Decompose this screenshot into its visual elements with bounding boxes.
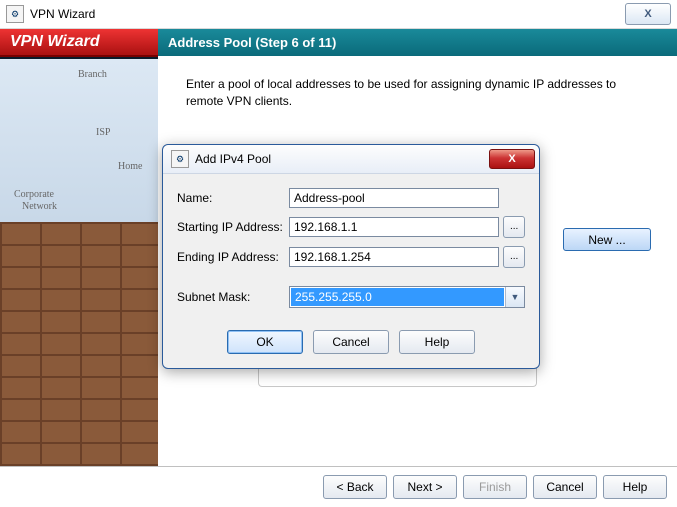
- close-icon: X: [508, 153, 515, 165]
- ok-button[interactable]: OK: [227, 330, 303, 354]
- start-ip-label: Starting IP Address:: [177, 220, 289, 234]
- end-ip-label: Ending IP Address:: [177, 250, 289, 264]
- dialog-titlebar: ⚙ Add IPv4 Pool X: [163, 145, 539, 174]
- dialog-body: Name: Starting IP Address: ... Ending IP…: [163, 174, 539, 320]
- back-button[interactable]: < Back: [323, 475, 387, 499]
- add-ipv4-pool-dialog: ⚙ Add IPv4 Pool X Name: Starting IP Addr…: [162, 144, 540, 369]
- sidebar-illustration: Branch ISP Home Corporate Network: [0, 59, 158, 466]
- dialog-title: Add IPv4 Pool: [195, 152, 489, 166]
- dialog-cancel-button[interactable]: Cancel: [313, 330, 389, 354]
- chevron-down-icon: ▼: [505, 287, 524, 307]
- end-ip-input[interactable]: [289, 247, 499, 267]
- help-button[interactable]: Help: [603, 475, 667, 499]
- start-ip-browse-button[interactable]: ...: [503, 216, 525, 238]
- spacer: [177, 276, 525, 286]
- sidebar-title: VPN Wizard: [0, 29, 158, 57]
- step-instruction: Enter a pool of local addresses to be us…: [186, 76, 649, 110]
- illustration-label-corp1: Corporate: [14, 189, 54, 200]
- cancel-button[interactable]: Cancel: [533, 475, 597, 499]
- dialog-help-button[interactable]: Help: [399, 330, 475, 354]
- window-close-button[interactable]: X: [625, 3, 671, 25]
- next-button[interactable]: Next >: [393, 475, 457, 499]
- illustration-label-home: Home: [118, 161, 142, 172]
- dialog-close-button[interactable]: X: [489, 149, 535, 169]
- new-pool-button[interactable]: New ...: [563, 228, 651, 251]
- illustration-label-isp: ISP: [96, 127, 110, 138]
- illustration-label-corp2: Network: [22, 201, 57, 212]
- name-label: Name:: [177, 191, 289, 205]
- field-row-end-ip: Ending IP Address: ...: [177, 246, 525, 268]
- subnet-mask-label: Subnet Mask:: [177, 290, 289, 304]
- illustration-wall: [0, 222, 158, 466]
- illustration-label-branch: Branch: [78, 69, 107, 80]
- subnet-mask-combo[interactable]: 255.255.255.0 ▼: [289, 286, 525, 308]
- step-header: Address Pool (Step 6 of 11): [158, 29, 677, 56]
- start-ip-input[interactable]: [289, 217, 499, 237]
- field-row-start-ip: Starting IP Address: ...: [177, 216, 525, 238]
- dialog-button-row: OK Cancel Help: [163, 320, 539, 368]
- finish-button: Finish: [463, 475, 527, 499]
- window-title: VPN Wizard: [30, 7, 621, 21]
- close-icon: X: [644, 8, 651, 20]
- dialog-icon: ⚙: [171, 150, 189, 168]
- wizard-button-bar: < Back Next > Finish Cancel Help: [0, 466, 677, 507]
- name-input[interactable]: [289, 188, 499, 208]
- subnet-mask-value: 255.255.255.0: [291, 288, 504, 306]
- window-titlebar: ⚙ VPN Wizard X: [0, 0, 677, 28]
- wizard-sidebar: VPN Wizard Branch ISP Home Corporate Net…: [0, 29, 158, 466]
- app-icon: ⚙: [6, 5, 24, 23]
- field-row-subnet-mask: Subnet Mask: 255.255.255.0 ▼: [177, 286, 525, 308]
- end-ip-browse-button[interactable]: ...: [503, 246, 525, 268]
- vpn-wizard-window: ⚙ VPN Wizard X VPN Wizard Branch ISP Hom…: [0, 0, 677, 507]
- field-row-name: Name:: [177, 188, 525, 208]
